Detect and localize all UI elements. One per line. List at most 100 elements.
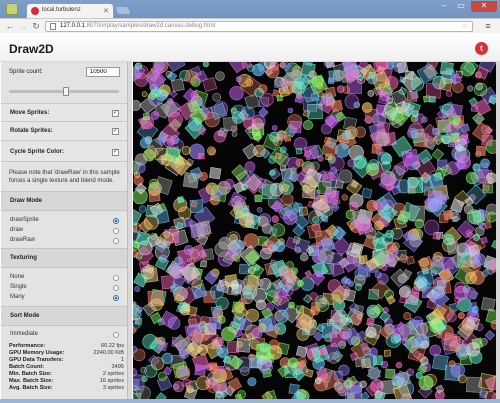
sprite: [388, 259, 396, 266]
radio-option-single[interactable]: Single: [1, 283, 127, 293]
sprite: [209, 148, 216, 156]
sprite: [177, 196, 185, 204]
bookmark-star-icon[interactable]: ☆: [462, 22, 468, 31]
sprite: [295, 345, 308, 358]
radio-button[interactable]: [113, 295, 119, 301]
sprite: [354, 126, 366, 138]
radio-option-immediate[interactable]: Immediate: [1, 330, 127, 340]
window-close-button[interactable]: ✕: [471, 1, 497, 12]
sprite: [338, 169, 353, 184]
sprite: [154, 62, 165, 71]
sprite: [143, 113, 150, 120]
sprite: [405, 255, 415, 265]
new-tab-button[interactable]: [114, 6, 132, 15]
sprite: [381, 153, 393, 165]
radio-option-drawraw[interactable]: drawRaw: [1, 236, 127, 246]
sprite: [255, 343, 271, 359]
profile-icon[interactable]: [6, 3, 18, 15]
sprite: [473, 253, 486, 266]
sprite: [202, 62, 209, 68]
move-sprites-checkbox[interactable]: ✓: [112, 110, 119, 117]
cycle-color-row[interactable]: Cycle Sprite Color: ✓: [1, 143, 127, 162]
sprite: [279, 207, 291, 220]
sprite: [383, 349, 392, 357]
window-minimize-button[interactable]: –: [436, 1, 452, 12]
sprite: [261, 223, 273, 234]
sprite: [439, 269, 451, 280]
rotate-sprites-row[interactable]: Rotate Sprites: ✓: [1, 122, 127, 141]
right-border: [496, 62, 500, 399]
radio-option-none[interactable]: None: [1, 273, 127, 283]
radio-option-drawsprite[interactable]: drawSprite: [1, 216, 127, 226]
tab-close-icon[interactable]: ✕: [103, 7, 109, 15]
slider-handle[interactable]: [63, 87, 70, 96]
sprite: [344, 379, 353, 389]
radio-button[interactable]: [113, 275, 119, 281]
sprite: [396, 62, 409, 74]
move-sprites-row[interactable]: Move Sprites: ✓: [1, 103, 127, 122]
forward-button[interactable]: →: [18, 21, 28, 31]
sprite: [486, 211, 496, 223]
sprite: [466, 342, 481, 357]
sprite: [416, 268, 435, 287]
sprite: [350, 313, 363, 325]
sprite: [159, 136, 167, 144]
sprite: [396, 249, 407, 260]
sprite: [445, 90, 453, 97]
sprite: [439, 62, 454, 76]
tab-title: local.turbulenz: [42, 7, 81, 13]
sprite-canvas[interactable]: [133, 62, 496, 399]
sprite-count-input[interactable]: [86, 67, 120, 77]
radio-button[interactable]: [113, 285, 119, 291]
sprite: [307, 223, 323, 239]
sprite: [181, 268, 188, 275]
sprite: [465, 272, 477, 285]
sprite: [287, 357, 299, 369]
sprite: [231, 131, 238, 137]
browser-menu-button[interactable]: ≡: [482, 21, 494, 31]
sprite: [303, 144, 320, 161]
cycle-color-checkbox[interactable]: ✓: [112, 149, 119, 156]
sprite: [289, 120, 302, 134]
radio-button[interactable]: [113, 228, 119, 234]
radio-button[interactable]: [113, 238, 119, 244]
sprite: [157, 371, 168, 381]
sprite: [368, 347, 378, 357]
sprite: [381, 233, 394, 245]
sprite: [327, 77, 335, 85]
sprite: [323, 136, 332, 144]
radio-option-draw[interactable]: draw: [1, 226, 127, 236]
sprite: [231, 104, 246, 120]
sprite: [161, 352, 173, 365]
sprite: [239, 318, 253, 331]
radio-option-many[interactable]: Many: [1, 293, 127, 303]
window-maximize-button[interactable]: ▭: [453, 1, 469, 12]
address-bar[interactable]: 127.0.0.1:8070/#/play/samples/draw2d.can…: [45, 21, 473, 32]
stat-row: Max. Batch Size: 16 sprites: [9, 378, 127, 385]
radio-button[interactable]: [113, 332, 119, 338]
back-button[interactable]: ←: [5, 21, 15, 31]
sprite: [300, 253, 309, 262]
sprite: [243, 233, 259, 249]
sprite: [135, 231, 151, 246]
sprite: [474, 82, 488, 96]
sprite: [433, 251, 443, 262]
sprite: [148, 190, 161, 203]
drawraw-note: Please note that 'drawRaw' in this sampl…: [9, 170, 120, 184]
sprite: [480, 236, 488, 244]
sprite: [195, 220, 212, 237]
stat-value: 2 sprites: [102, 371, 124, 377]
sprite: [265, 302, 274, 312]
sprite: [195, 375, 210, 390]
rotate-sprites-checkbox[interactable]: ✓: [112, 128, 119, 135]
radio-button[interactable]: [113, 218, 119, 224]
sprite: [274, 241, 286, 253]
sprite: [438, 77, 453, 92]
sprite: [486, 172, 496, 184]
sprite: [374, 271, 382, 279]
reload-button[interactable]: ↻: [31, 21, 41, 31]
sprite: [159, 231, 174, 246]
texturing-title: Texturing: [10, 255, 37, 261]
browser-tab[interactable]: local.turbulenz ✕: [26, 3, 114, 18]
sprite: [133, 345, 138, 353]
